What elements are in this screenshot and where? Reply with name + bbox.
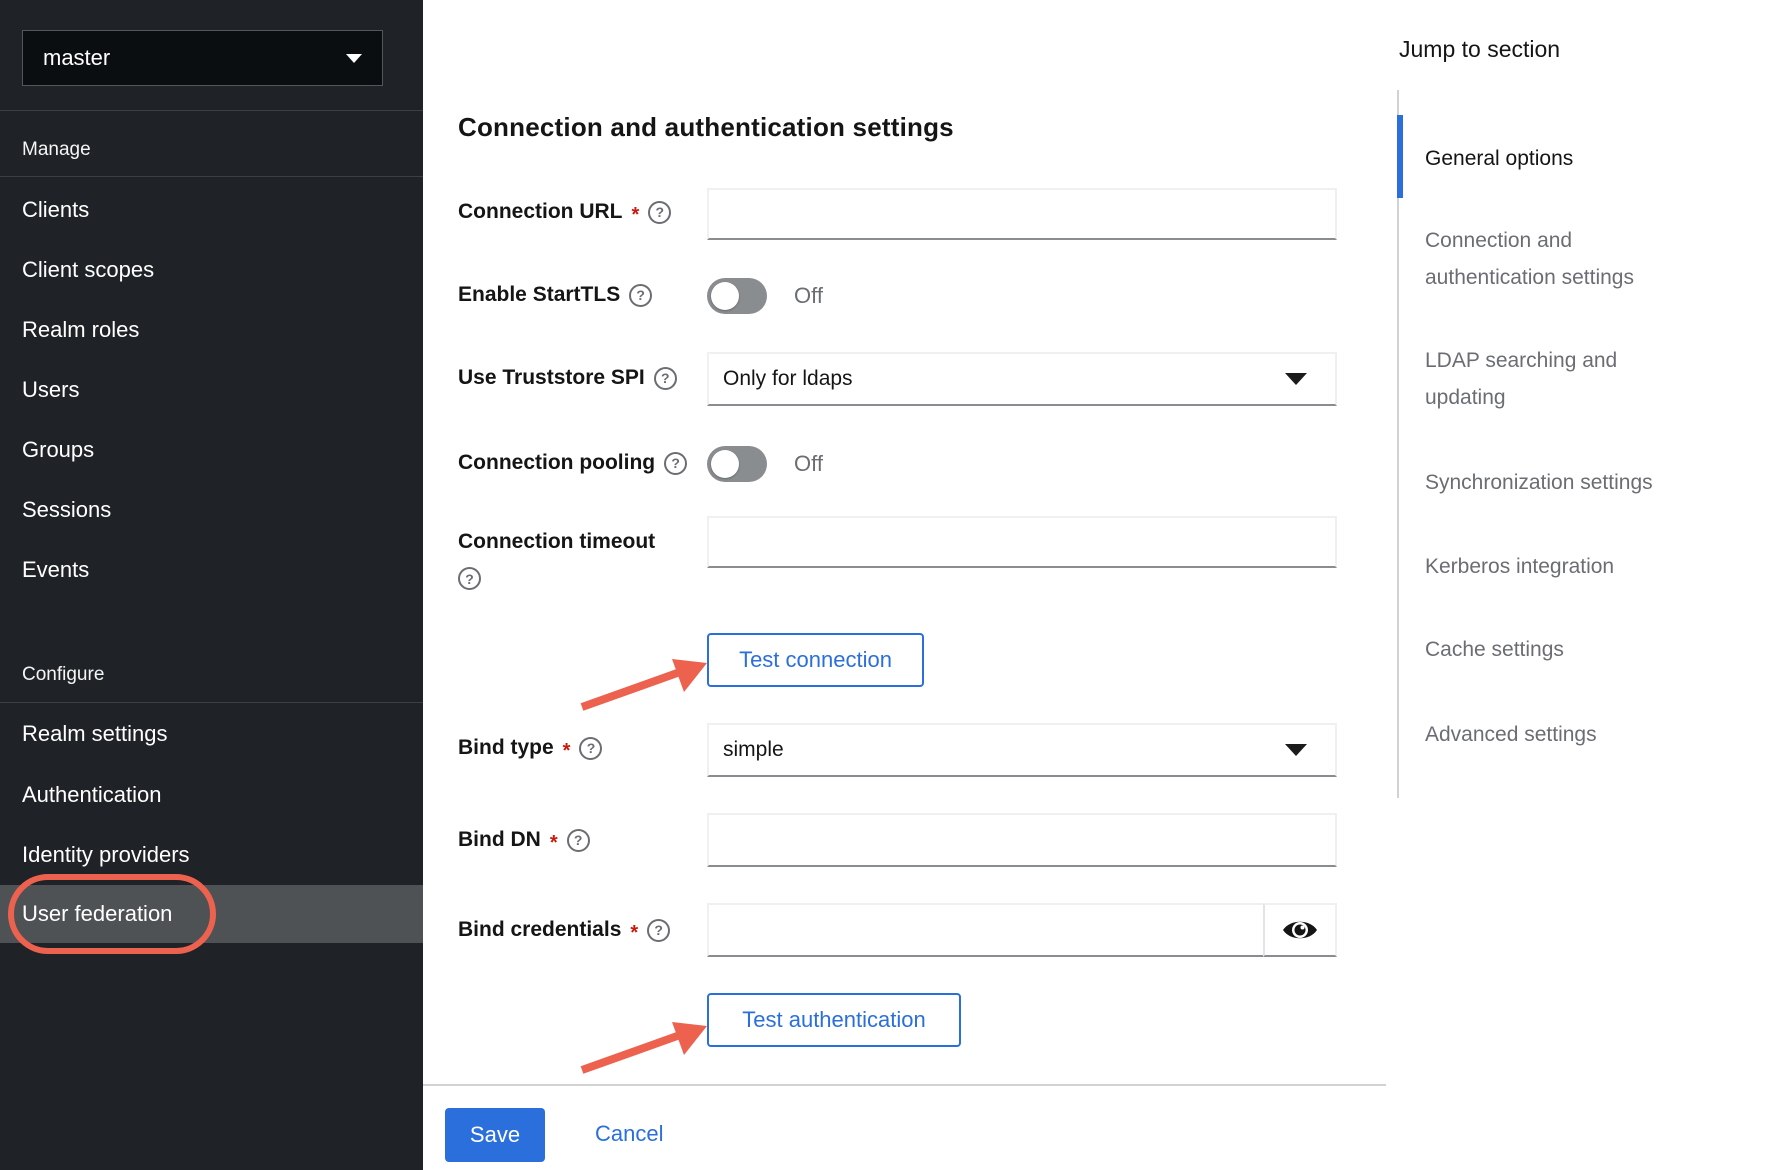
use-truststore-spi-label: Use Truststore SPI ? (458, 366, 677, 390)
bind-credentials-field (707, 903, 1337, 957)
jump-item-cache[interactable]: Cache settings (1425, 631, 1665, 668)
jump-item-general-options[interactable]: General options (1425, 140, 1665, 177)
sidebar-item-clients[interactable]: Clients (0, 180, 423, 240)
connection-timeout-help: ? (458, 567, 481, 590)
enable-starttls-toggle-row: Off (707, 278, 823, 314)
sidebar-divider (0, 110, 423, 111)
sidebar-item-groups[interactable]: Groups (0, 420, 423, 480)
help-icon[interactable]: ? (629, 284, 652, 307)
help-icon[interactable]: ? (458, 567, 481, 590)
show-password-button[interactable] (1263, 903, 1337, 957)
chevron-down-icon (1285, 373, 1307, 385)
enable-starttls-label: Enable StartTLS ? (458, 283, 652, 307)
sidebar-divider (0, 176, 423, 177)
bind-dn-input[interactable] (707, 813, 1337, 867)
connection-url-label: Connection URL * ? (458, 200, 671, 224)
cancel-link[interactable]: Cancel (595, 1121, 663, 1147)
required-asterisk: * (563, 740, 571, 763)
help-icon[interactable]: ? (654, 367, 677, 390)
sidebar-item-user-federation[interactable]: User federation (0, 885, 423, 943)
bind-type-label: Bind type * ? (458, 736, 602, 760)
sidebar-item-realm-settings[interactable]: Realm settings (0, 704, 423, 764)
sidebar-item-identity-providers[interactable]: Identity providers (0, 825, 423, 885)
connection-timeout-label: Connection timeout (458, 530, 655, 554)
keycloak-admin-console: master Manage Clients Client scopes Real… (0, 0, 1784, 1170)
connection-pooling-state: Off (794, 451, 823, 477)
help-icon[interactable]: ? (579, 737, 602, 760)
jump-item-advanced[interactable]: Advanced settings (1425, 716, 1665, 753)
sidebar: master Manage Clients Client scopes Real… (0, 0, 423, 1170)
realm-selector-value: master (43, 45, 346, 71)
sidebar-item-realm-roles[interactable]: Realm roles (0, 300, 423, 360)
sidebar-item-sessions[interactable]: Sessions (0, 480, 423, 540)
sidebar-item-users[interactable]: Users (0, 360, 423, 420)
use-truststore-spi-select[interactable]: Only for ldaps (707, 352, 1337, 406)
enable-starttls-toggle[interactable] (707, 278, 767, 314)
jump-to-section-title: Jump to section (1399, 36, 1560, 63)
help-icon[interactable]: ? (664, 452, 687, 475)
enable-starttls-state: Off (794, 283, 823, 309)
toggle-knob (711, 450, 739, 478)
sidebar-item-client-scopes[interactable]: Client scopes (0, 240, 423, 300)
sidebar-section-manage: Manage (22, 139, 91, 161)
annotation-arrow (572, 650, 717, 720)
annotation-arrow (572, 1012, 717, 1082)
sidebar-item-authentication[interactable]: Authentication (0, 765, 423, 825)
eye-icon (1282, 917, 1318, 943)
chevron-down-icon (1285, 744, 1307, 756)
connection-url-input[interactable] (707, 188, 1337, 240)
required-asterisk: * (630, 922, 638, 945)
bind-type-select[interactable]: simple (707, 723, 1337, 777)
active-section-indicator (1397, 115, 1403, 198)
sidebar-item-events[interactable]: Events (0, 540, 423, 600)
required-asterisk: * (631, 204, 639, 227)
jump-item-synchronization[interactable]: Synchronization settings (1425, 464, 1665, 501)
toggle-knob (711, 282, 739, 310)
jump-nav: General options Connection and authentic… (1397, 90, 1647, 798)
test-connection-button[interactable]: Test connection (707, 633, 924, 687)
required-asterisk: * (550, 832, 558, 855)
sidebar-divider (0, 702, 423, 703)
chevron-down-icon (346, 54, 362, 63)
page-title: Connection and authentication settings (458, 112, 954, 143)
connection-pooling-toggle[interactable] (707, 446, 767, 482)
help-icon[interactable]: ? (647, 919, 670, 942)
sidebar-section-configure: Configure (22, 664, 104, 686)
help-icon[interactable]: ? (648, 201, 671, 224)
bind-credentials-input[interactable] (707, 903, 1263, 957)
connection-pooling-toggle-row: Off (707, 446, 823, 482)
jump-item-connection-auth[interactable]: Connection and authentication settings (1425, 222, 1665, 296)
test-authentication-button[interactable]: Test authentication (707, 993, 961, 1047)
help-icon[interactable]: ? (567, 829, 590, 852)
bind-credentials-label: Bind credentials * ? (458, 918, 670, 942)
save-button[interactable]: Save (445, 1108, 545, 1162)
realm-selector[interactable]: master (22, 30, 383, 86)
jump-item-ldap-searching[interactable]: LDAP searching and updating (1425, 342, 1665, 416)
bind-dn-label: Bind DN * ? (458, 828, 590, 852)
footer-divider (423, 1084, 1386, 1086)
jump-item-kerberos[interactable]: Kerberos integration (1425, 548, 1665, 585)
connection-timeout-input[interactable] (707, 516, 1337, 568)
connection-pooling-label: Connection pooling ? (458, 451, 687, 475)
